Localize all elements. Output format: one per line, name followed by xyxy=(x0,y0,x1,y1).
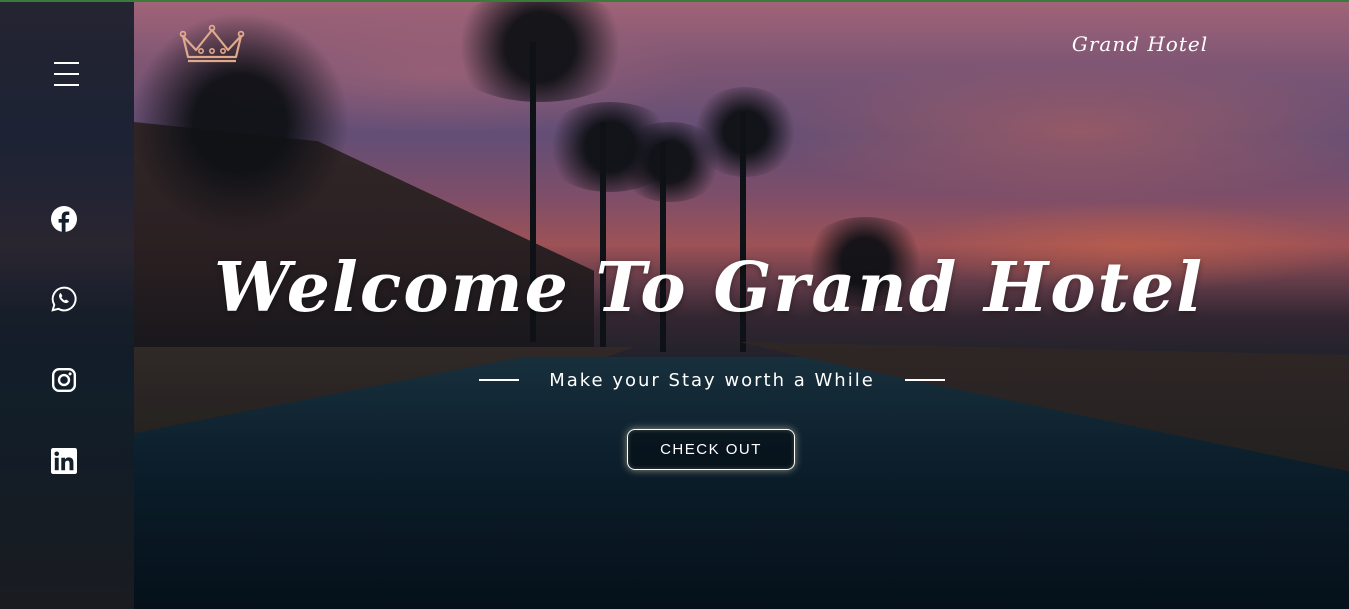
page: Grand Hotel Welcome To Grand Hotel Make … xyxy=(0,0,1349,609)
tagline-divider-left xyxy=(479,379,519,381)
linkedin-icon[interactable] xyxy=(51,448,77,474)
top-accent-line xyxy=(0,0,1349,2)
whatsapp-icon[interactable] xyxy=(51,286,77,312)
hero-title: Welcome To Grand Hotel xyxy=(213,248,1205,328)
brand-name[interactable]: Grand Hotel xyxy=(1070,32,1210,56)
check-out-button[interactable]: CHECK OUT xyxy=(627,429,795,470)
crown-icon[interactable] xyxy=(179,24,245,64)
facebook-icon[interactable] xyxy=(51,206,77,232)
hero-tagline: Make your Stay worth a While xyxy=(549,369,875,391)
tagline-divider-right xyxy=(904,379,945,381)
hamburger-menu-icon[interactable] xyxy=(54,62,79,86)
instagram-icon[interactable] xyxy=(51,367,77,393)
tagline-row: Make your Stay worth a While xyxy=(479,368,945,392)
sidebar xyxy=(0,2,134,609)
